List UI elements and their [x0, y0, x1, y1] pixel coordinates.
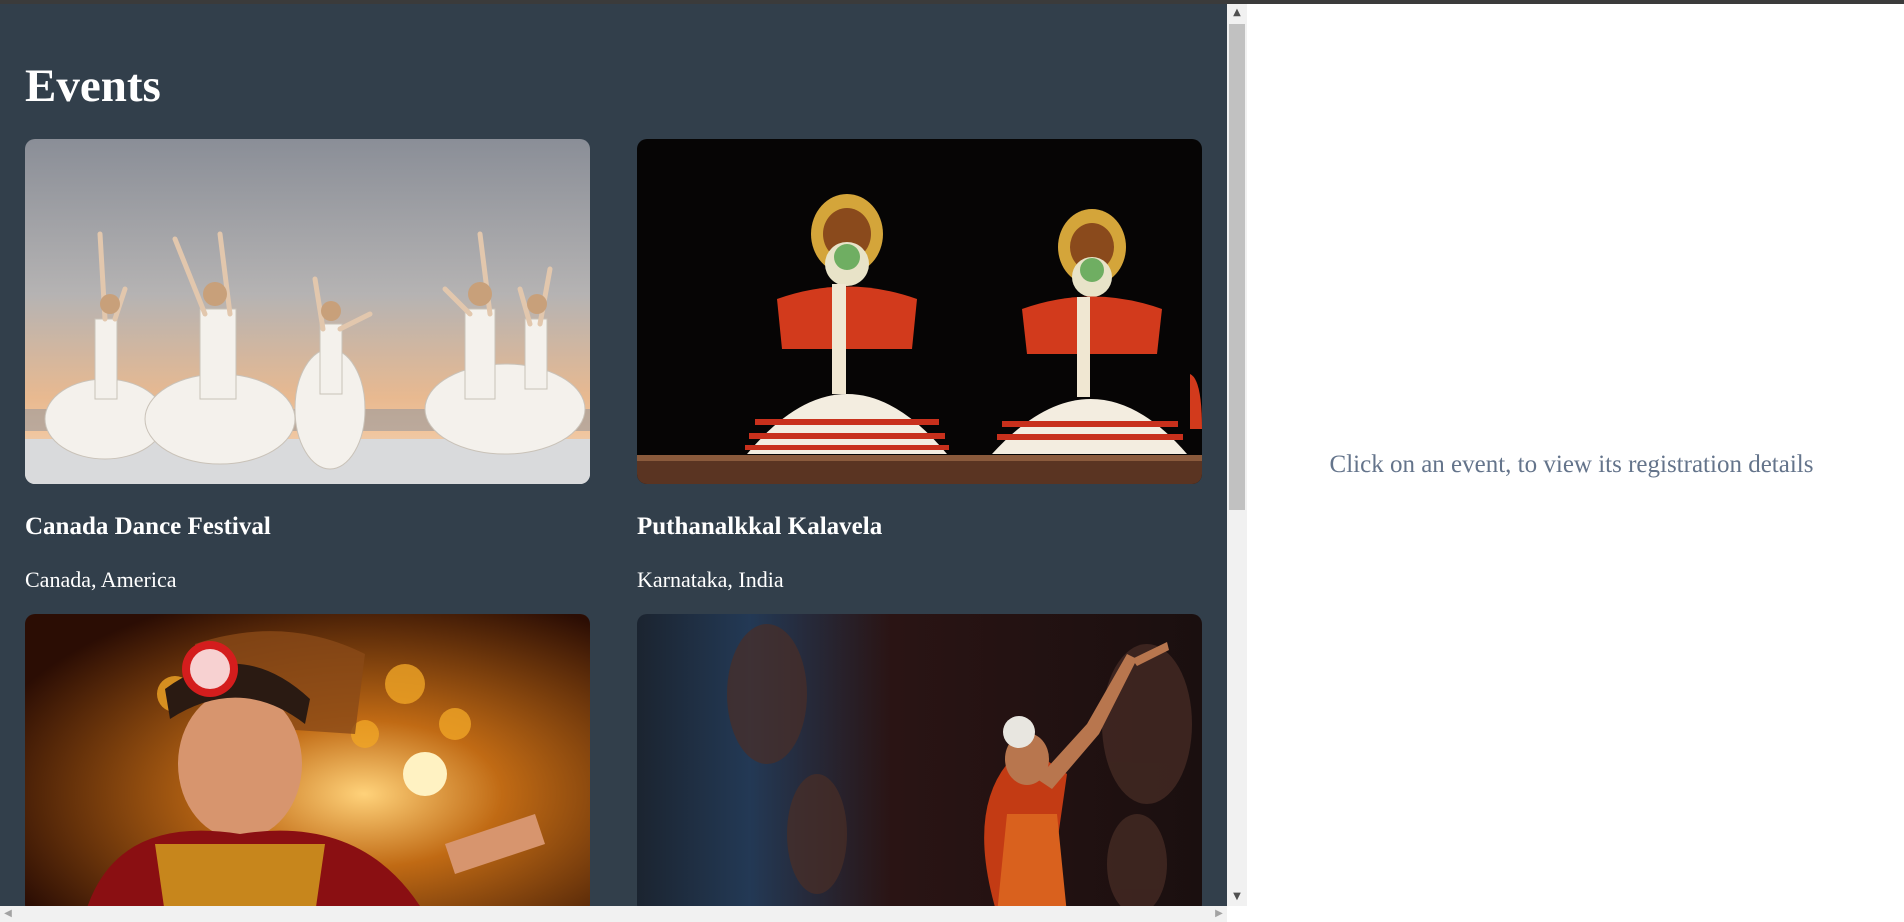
scroll-left-arrow-icon[interactable]: ◀: [0, 906, 16, 922]
event-location: Karnataka, India: [637, 567, 784, 592]
vertical-scroll-thumb[interactable]: [1229, 24, 1245, 510]
classical-dancer-image[interactable]: [637, 614, 1202, 906]
scroll-down-arrow-icon[interactable]: ▼: [1227, 888, 1247, 906]
event-location: Canada, America: [25, 567, 177, 592]
event-title: Puthanalkkal Kalavela: [637, 513, 883, 540]
scroll-right-arrow-icon[interactable]: ▶: [1211, 906, 1227, 922]
scroll-up-arrow-icon[interactable]: ▲: [1227, 4, 1247, 22]
registration-details-panel: Click on an event, to view its registrat…: [1247, 4, 1904, 922]
ballet-dancers-image[interactable]: [25, 139, 590, 484]
kathakali-dancers-image[interactable]: [637, 139, 1202, 484]
events-panel: Events Canada Dance Festival Canada, Ame…: [0, 4, 1227, 906]
events-heading: Events: [25, 60, 161, 112]
bharatanatyam-dancer-image[interactable]: [25, 614, 590, 906]
horizontal-scrollbar[interactable]: ◀ ▶: [0, 906, 1227, 922]
registration-hint-text: Click on an event, to view its registrat…: [1329, 451, 1814, 478]
vertical-scrollbar[interactable]: ▲ ▼: [1227, 4, 1247, 906]
event-title: Canada Dance Festival: [25, 513, 271, 540]
